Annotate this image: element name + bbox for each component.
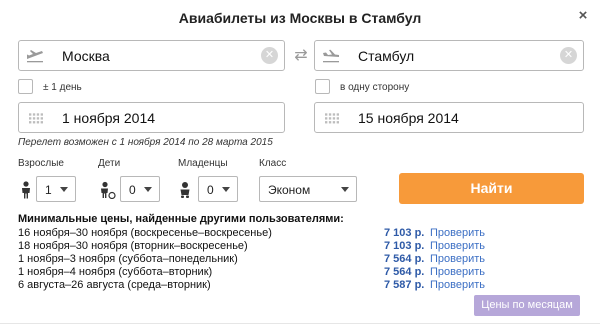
check-price-link[interactable]: Проверить xyxy=(430,227,485,239)
price-row-price: 7 587 р. xyxy=(384,279,425,291)
infant-icon xyxy=(180,182,190,198)
price-row-dates: 6 августа–26 августа (среда–вторник) xyxy=(18,279,211,291)
find-button[interactable]: Найти xyxy=(399,173,584,204)
price-row-dates: 1 ноября–3 ноября (суббота–понедельник) xyxy=(18,253,238,265)
class-value: Эконом xyxy=(268,183,311,197)
return-date-value: 15 ноября 2014 xyxy=(358,110,459,126)
price-row-dates: 18 ноября–30 ноября (вторник–воскресенье… xyxy=(18,240,248,252)
plane-takeoff-icon xyxy=(27,50,43,63)
month-prices-button[interactable]: Цены по месяцам xyxy=(474,295,580,316)
one-way-checkbox[interactable] xyxy=(315,79,330,94)
price-row-price: 7 103 р. xyxy=(384,240,425,252)
close-icon[interactable]: × xyxy=(575,8,591,24)
price-row: 1 ноября–4 ноября (суббота–вторник) 7 56… xyxy=(18,266,488,279)
price-row-price: 7 103 р. xyxy=(384,227,425,239)
price-row: 1 ноября–3 ноября (суббота–понедельник) … xyxy=(18,253,488,266)
one-way-label: в одну сторону xyxy=(340,82,410,93)
depart-date-field[interactable]: 1 ноября 2014 xyxy=(18,102,285,133)
child-icon xyxy=(101,181,116,199)
plus-one-day-label: ± 1 день xyxy=(43,82,82,93)
calendar-icon xyxy=(325,113,339,124)
price-row-price: 7 564 р. xyxy=(384,253,425,265)
check-price-link[interactable]: Проверить xyxy=(430,240,485,252)
children-value: 0 xyxy=(129,183,136,197)
check-price-link[interactable]: Проверить xyxy=(430,266,485,278)
infants-value: 0 xyxy=(207,183,214,197)
price-row-dates: 16 ноября–30 ноября (воскресенье–воскрес… xyxy=(18,227,272,239)
date-range-note: Перелет возможен с 1 ноября 2014 по 28 м… xyxy=(18,137,273,148)
clear-origin-icon[interactable]: ✕ xyxy=(261,47,278,64)
return-date-field[interactable]: 15 ноября 2014 xyxy=(314,102,584,133)
calendar-icon xyxy=(29,113,43,124)
adults-select[interactable]: 1 xyxy=(36,176,76,202)
infants-label: Младенцы xyxy=(178,158,228,169)
chevron-down-icon xyxy=(144,187,152,192)
origin-field[interactable]: Москва ✕ xyxy=(18,40,285,71)
divider xyxy=(0,323,600,324)
min-prices-title: Минимальные цены, найденные другими поль… xyxy=(18,213,344,225)
children-label: Дети xyxy=(98,158,121,169)
destination-value: Стамбул xyxy=(358,48,415,64)
infants-select[interactable]: 0 xyxy=(198,176,238,202)
adults-label: Взрослые xyxy=(18,158,64,169)
price-row: 16 ноября–30 ноября (воскресенье–воскрес… xyxy=(18,227,488,240)
plane-landing-icon xyxy=(323,49,339,63)
adult-icon xyxy=(22,181,30,199)
children-select[interactable]: 0 xyxy=(120,176,160,202)
price-row-price: 7 564 р. xyxy=(384,266,425,278)
swap-icon[interactable]: ⇄ xyxy=(290,45,312,67)
class-select[interactable]: Эконом xyxy=(259,176,357,202)
adults-value: 1 xyxy=(45,183,52,197)
origin-value: Москва xyxy=(62,48,110,64)
chevron-down-icon xyxy=(60,187,68,192)
chevron-down-icon xyxy=(222,187,230,192)
check-price-link[interactable]: Проверить xyxy=(430,279,485,291)
depart-date-value: 1 ноября 2014 xyxy=(62,110,156,126)
chevron-down-icon xyxy=(341,187,349,192)
dialog-title: Авиабилеты из Москвы в Стамбул xyxy=(178,10,422,26)
check-price-link[interactable]: Проверить xyxy=(430,253,485,265)
price-row: 6 августа–26 августа (среда–вторник) 7 5… xyxy=(18,279,488,292)
destination-field[interactable]: Стамбул ✕ xyxy=(314,40,584,71)
price-row: 18 ноября–30 ноября (вторник–воскресенье… xyxy=(18,240,488,253)
price-row-dates: 1 ноября–4 ноября (суббота–вторник) xyxy=(18,266,213,278)
class-label: Класс xyxy=(259,158,287,169)
clear-destination-icon[interactable]: ✕ xyxy=(560,47,577,64)
plus-one-day-checkbox[interactable] xyxy=(18,79,33,94)
